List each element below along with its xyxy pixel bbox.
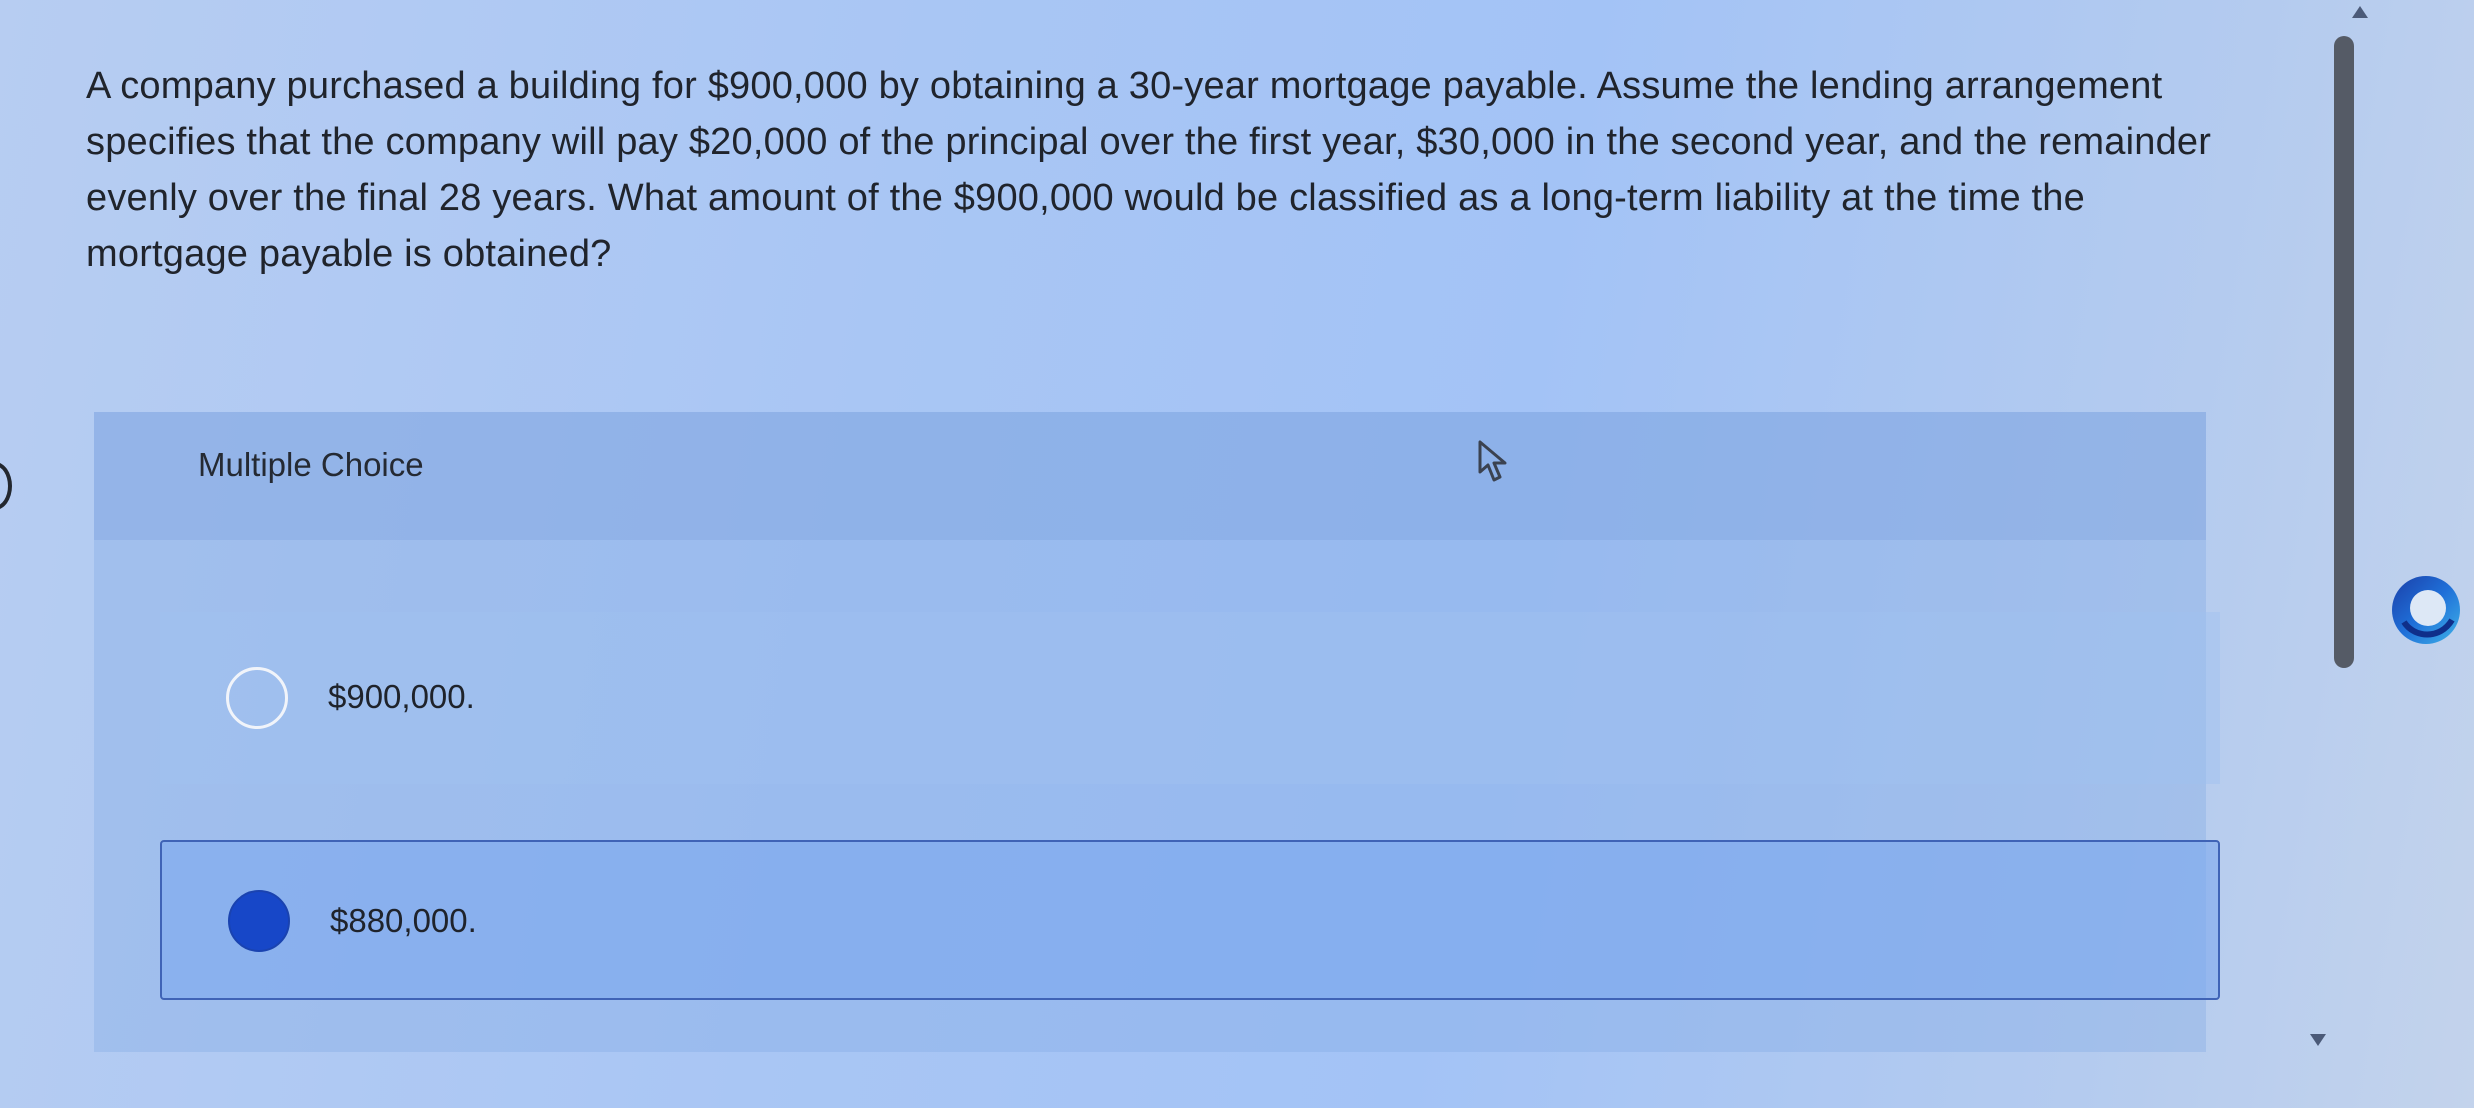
choice-label: $880,000.: [330, 902, 477, 939]
multiple-choice-panel: Multiple Choice $900,000. $880,000.: [94, 412, 2220, 1052]
choice-label: $900,000.: [328, 678, 475, 715]
scroll-up-arrow-icon[interactable]: [2352, 6, 2368, 18]
question-text: A company purchased a building for $900,…: [86, 65, 2212, 275]
radio-button-unselected[interactable]: [226, 667, 288, 729]
choice-option-900000[interactable]: $900,000.: [160, 612, 2220, 784]
quiz-page: A company purchased a building for $900,…: [0, 0, 2474, 1108]
scrollbar-thumb[interactable]: [2334, 36, 2354, 668]
circular-arrow-logo-icon[interactable]: [2384, 568, 2468, 652]
radio-button-selected[interactable]: [228, 890, 290, 952]
multiple-choice-header: Multiple Choice: [94, 412, 2206, 540]
choice-option-880000[interactable]: $880,000.: [160, 840, 2220, 1000]
pointer-cursor-icon: [1478, 440, 1507, 482]
left-edge-partial-icon: [0, 462, 12, 510]
scroll-down-arrow-icon[interactable]: [2310, 1034, 2326, 1046]
multiple-choice-title: Multiple Choice: [198, 446, 424, 483]
